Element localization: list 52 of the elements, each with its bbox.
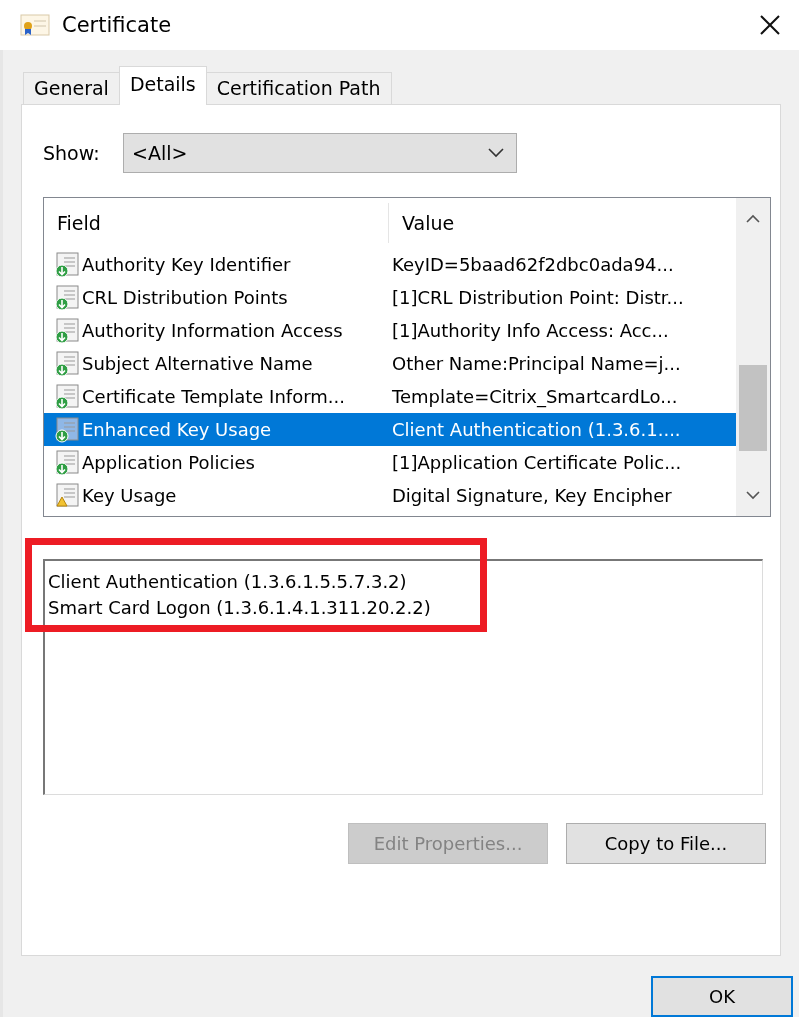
certificate-download-icon: [54, 284, 80, 311]
certificate-download-icon: [54, 449, 80, 476]
show-label: Show:: [43, 142, 101, 164]
ok-button[interactable]: OK: [651, 976, 793, 1017]
scroll-up-icon[interactable]: [746, 214, 760, 223]
certificate-icon: [20, 13, 50, 37]
dialog-button[interactable]: Copy to File...: [566, 823, 766, 864]
field-name: Subject Alternative Name: [82, 353, 314, 374]
certificate-download-icon: [54, 416, 80, 443]
detail-line: Smart Card Logon (1.3.6.1.4.1.311.20.2.2): [48, 596, 431, 620]
tab[interactable]: Details: [118, 66, 207, 105]
field-value: [1]CRL Distribution Point: Distr...: [392, 287, 685, 308]
vertical-scrollbar[interactable]: [736, 198, 770, 516]
field-name: Key Usage: [82, 485, 178, 506]
column-header[interactable]: Field: [44, 203, 389, 243]
window-title: Certificate: [62, 13, 173, 37]
list-row[interactable]: CRL Distribution Points [1]CRL Distribution Point: Distr...: [44, 281, 736, 314]
list-row[interactable]: Enhanced Key Usage Client Authentication (1.3.6.1....: [44, 413, 736, 446]
certificate-download-icon: [54, 251, 80, 278]
certificate-download-icon: [54, 317, 80, 344]
field-name: CRL Distribution Points: [82, 287, 289, 308]
list-row[interactable]: Key Usage Digital Signature, Key Encipher: [44, 479, 736, 512]
field-value: [1]Application Certificate Polic...: [392, 452, 683, 473]
field-value: [1]Authority Info Access: Acc...: [392, 320, 670, 341]
list-row[interactable]: Authority Information Access [1]Authority Info Access: Acc...: [44, 314, 736, 347]
certificate-warning-icon: [54, 482, 80, 509]
field-name: Application Policies: [82, 452, 256, 473]
list-row[interactable]: Certificate Template Inform... Template=Citrix_SmartcardLo...: [44, 380, 736, 413]
field-value: Digital Signature, Key Encipher: [392, 485, 673, 506]
scrollbar-thumb[interactable]: [739, 365, 767, 451]
chevron-down-icon: [488, 148, 504, 158]
list-row[interactable]: Authority Key Identifier KeyID=5baad62f2dbc0ada94...: [44, 248, 736, 281]
field-name: Authority Key Identifier: [82, 254, 292, 275]
tab[interactable]: General: [23, 72, 120, 104]
field-name: Certificate Template Inform...: [82, 386, 346, 407]
certificate-download-icon: [54, 350, 80, 377]
show-dropdown[interactable]: <All>: [123, 133, 517, 173]
tab[interactable]: Certification Path: [205, 72, 392, 104]
scroll-down-icon[interactable]: [746, 491, 760, 500]
close-button[interactable]: [759, 14, 781, 36]
list-row[interactable]: Application Policies [1]Application Certificate Polic...: [44, 446, 736, 479]
field-name: Enhanced Key Usage: [82, 419, 273, 440]
field-value: Template=Citrix_SmartcardLo...: [392, 386, 679, 407]
detail-text-box[interactable]: Client Authentication (1.3.6.1.5.5.7.3.2) Smart Card Logon (1.3.6.1.4.1.311.20.2.2): [43, 559, 763, 795]
column-header[interactable]: Value: [389, 203, 736, 243]
field-value: Other Name:Principal Name=j...: [392, 353, 682, 374]
field-name: Authority Information Access: [82, 320, 344, 341]
detail-line: Client Authentication (1.3.6.1.5.5.7.3.2): [48, 570, 407, 594]
list-row[interactable]: Subject Alternative Name Other Name:Principal Name=j...: [44, 347, 736, 380]
field-value: Client Authentication (1.3.6.1....: [392, 419, 682, 440]
certificate-download-icon: [54, 383, 80, 410]
field-value: KeyID=5baad62f2dbc0ada94...: [392, 254, 675, 275]
